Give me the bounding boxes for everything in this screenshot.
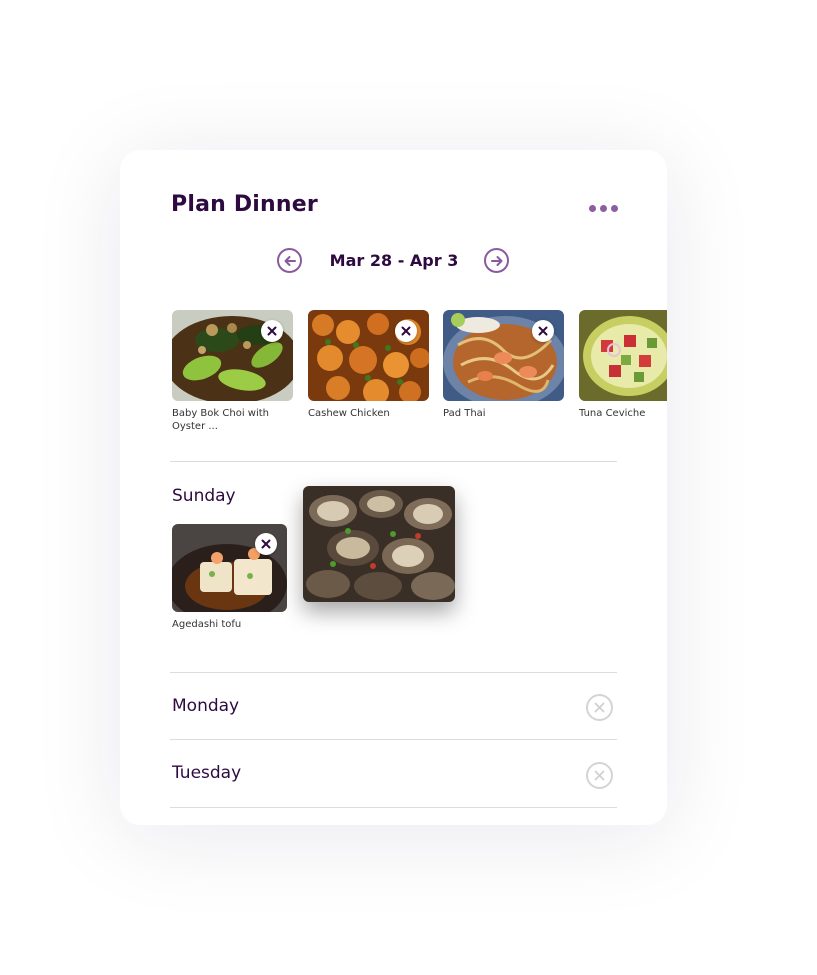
remove-meal-button[interactable] xyxy=(532,320,554,342)
meal-image xyxy=(172,310,293,401)
close-icon xyxy=(538,326,548,336)
day-title-sunday: Sunday xyxy=(172,486,236,506)
close-icon xyxy=(401,326,411,336)
next-week-button[interactable] xyxy=(484,248,509,273)
date-navigator: Mar 28 - Apr 3 xyxy=(120,248,667,278)
close-icon xyxy=(594,702,605,713)
date-range: Mar 28 - Apr 3 xyxy=(329,251,459,270)
divider xyxy=(170,461,617,462)
meal-label: Agedashi tofu xyxy=(172,619,242,630)
remove-meal-button[interactable] xyxy=(261,320,283,342)
tuna-ceviche-image xyxy=(579,310,667,401)
more-dots-icon xyxy=(589,204,596,212)
meal-label: Baby Bok Choi with Oyster ... xyxy=(172,408,269,432)
clams-image xyxy=(303,486,455,602)
arrow-left-icon xyxy=(284,255,296,266)
arrow-right-icon xyxy=(490,255,502,266)
meal-label: Tuna Ceviche xyxy=(579,408,646,419)
plan-dinner-card: Plan Dinner Mar 28 - Apr 3 Baby Bok Choi… xyxy=(120,150,667,825)
meal-image xyxy=(308,310,429,401)
planned-meal-card[interactable]: Agedashi tofu xyxy=(172,524,287,631)
meal-image xyxy=(579,310,667,401)
page-title: Plan Dinner xyxy=(171,192,318,217)
close-icon xyxy=(594,770,605,781)
day-title-monday: Monday xyxy=(172,696,240,716)
remove-meal-button[interactable] xyxy=(255,533,277,555)
meal-card[interactable]: Baby Bok Choi with Oyster ... xyxy=(172,310,293,433)
previous-week-button[interactable] xyxy=(277,248,302,273)
clear-day-button[interactable] xyxy=(586,694,613,721)
divider xyxy=(170,739,617,740)
close-icon xyxy=(261,539,271,549)
meal-card[interactable]: Tuna Ceviche xyxy=(579,310,667,420)
remove-meal-button[interactable] xyxy=(395,320,417,342)
meal-image xyxy=(443,310,564,401)
meal-card[interactable]: Pad Thai xyxy=(443,310,564,420)
more-options-button[interactable] xyxy=(589,202,619,214)
divider xyxy=(170,672,617,673)
dragged-meal-card[interactable] xyxy=(303,486,455,602)
close-icon xyxy=(267,326,277,336)
clear-day-button[interactable] xyxy=(586,762,613,789)
meal-label: Cashew Chicken xyxy=(308,408,390,419)
meal-image xyxy=(172,524,287,612)
meal-options-strip[interactable]: Baby Bok Choi with Oyster ... Cashew Chi… xyxy=(172,310,667,440)
divider xyxy=(170,807,617,808)
day-title-tuesday: Tuesday xyxy=(172,763,242,783)
meal-card[interactable]: Cashew Chicken xyxy=(308,310,429,420)
meal-label: Pad Thai xyxy=(443,408,486,419)
